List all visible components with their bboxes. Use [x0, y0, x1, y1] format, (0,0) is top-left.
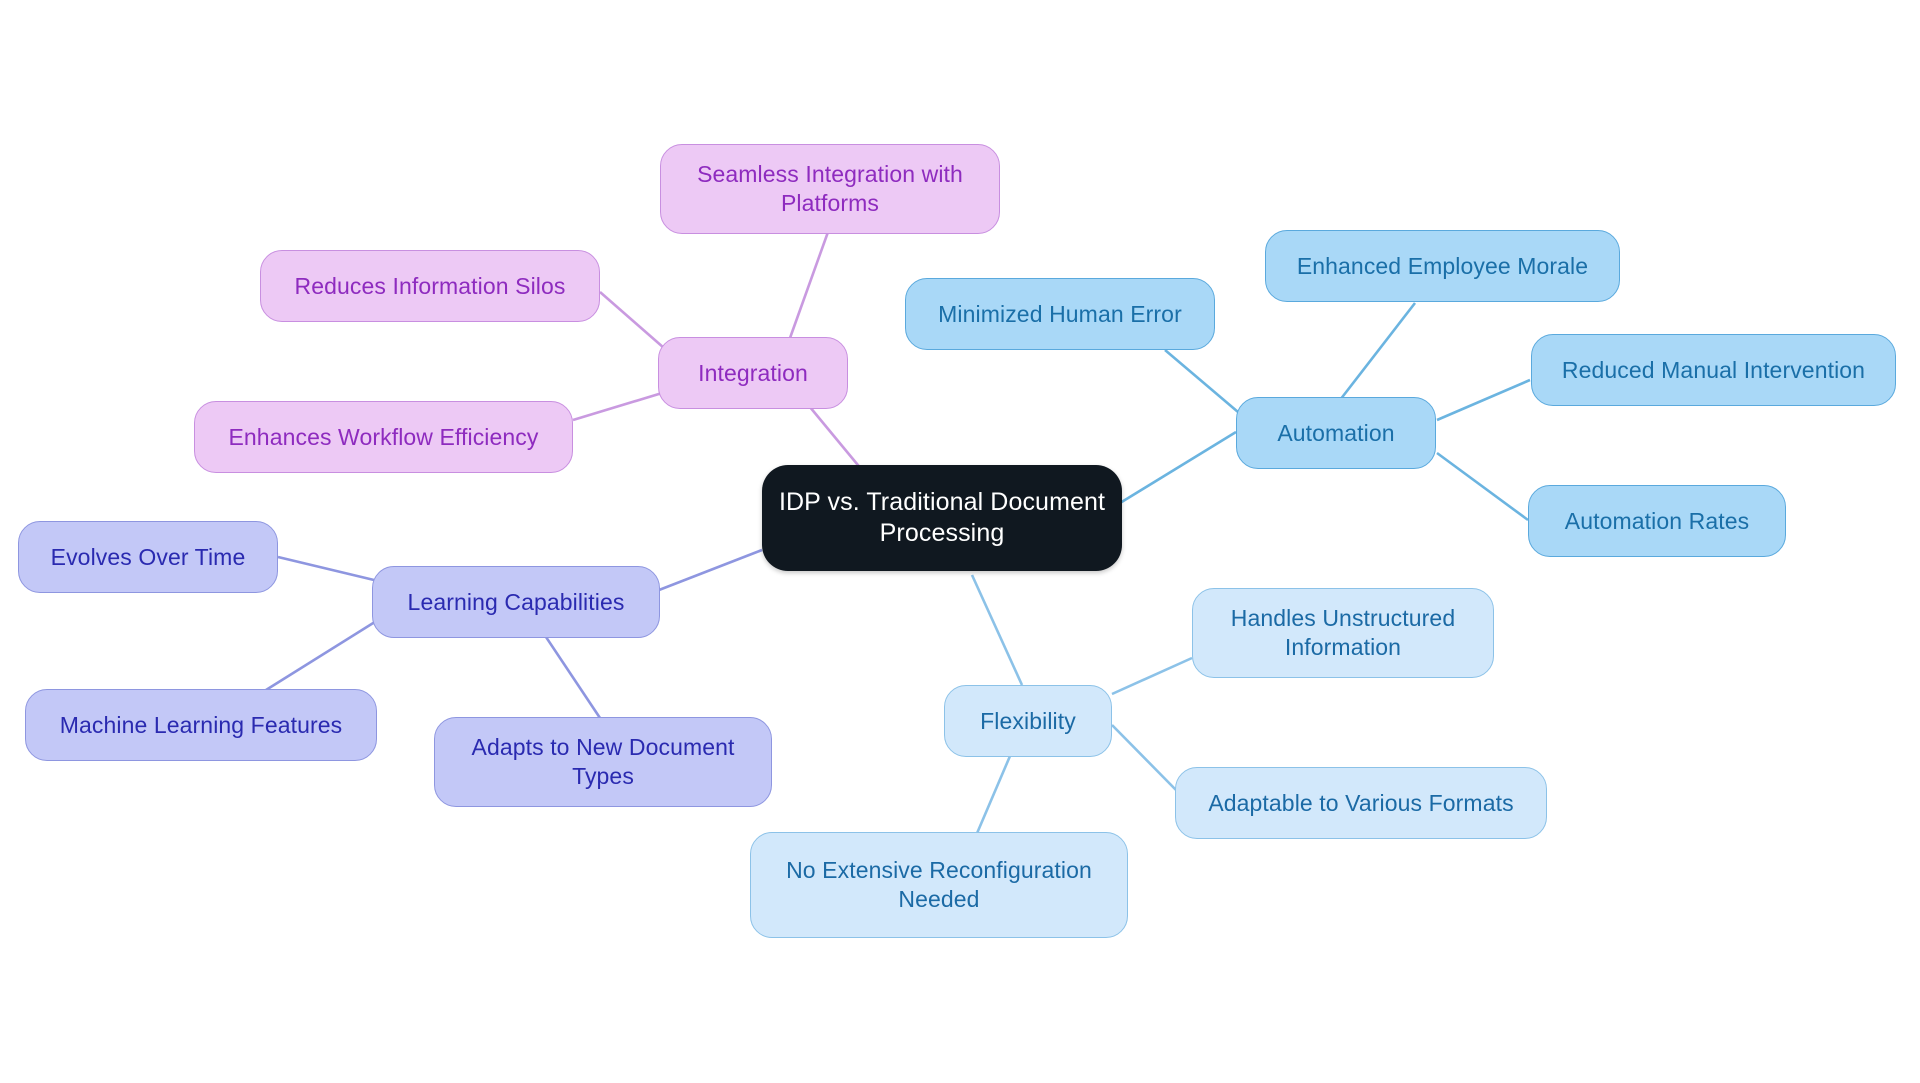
- edge-integration-enhances-workflow-efficiency: [572, 388, 673, 422]
- leaf-node-adapts-to-new-document-types[interactable]: Adapts to New Document Types: [434, 717, 772, 807]
- edge-root-learning: [658, 548, 763, 592]
- leaf-node-adaptable-to-various-formats[interactable]: Adaptable to Various Formats: [1175, 767, 1547, 839]
- leaf-node-minimized-human-error[interactable]: Minimized Human Error: [905, 278, 1215, 350]
- leaf-node-no-extensive-reconfiguration-needed[interactable]: No Extensive Reconfiguration Needed: [750, 832, 1128, 938]
- root-node[interactable]: IDP vs. Traditional Document Processing: [762, 465, 1122, 571]
- edge-automation-minimized-human-error: [1164, 349, 1239, 413]
- branch-node-flexibility[interactable]: Flexibility: [944, 685, 1112, 757]
- leaf-node-enhanced-employee-morale[interactable]: Enhanced Employee Morale: [1265, 230, 1620, 302]
- edge-automation-automation-rates: [1436, 451, 1529, 522]
- branch-node-integration[interactable]: Integration: [658, 337, 848, 409]
- leaf-node-evolves-over-time[interactable]: Evolves Over Time: [18, 521, 278, 593]
- edge-learning-adapts-to-new-document-types: [536, 624, 602, 719]
- edge-automation-reduced-manual-intervention: [1436, 378, 1531, 422]
- edge-flexibility-handles-unstructured-information: [1111, 656, 1193, 696]
- edge-learning-evolves-over-time: [277, 555, 375, 582]
- leaf-node-seamless-integration-with-platforms[interactable]: Seamless Integration with Platforms: [660, 144, 1000, 234]
- edge-learning-machine-learning-features: [265, 618, 379, 692]
- edge-automation-enhanced-employee-morale: [1338, 302, 1417, 401]
- edge-flexibility-adaptable-to-various-formats: [1111, 724, 1177, 791]
- leaf-node-machine-learning-features[interactable]: Machine Learning Features: [25, 689, 377, 761]
- branch-node-learning-capabilities[interactable]: Learning Capabilities: [372, 566, 660, 638]
- mindmap-canvas: IDP vs. Traditional Document Processing …: [0, 0, 1920, 1083]
- edge-integration-seamless-integration-with-platforms: [788, 231, 830, 339]
- leaf-node-enhances-workflow-efficiency[interactable]: Enhances Workflow Efficiency: [194, 401, 573, 473]
- leaf-node-handles-unstructured-information[interactable]: Handles Unstructured Information: [1192, 588, 1494, 678]
- edge-root-automation: [1119, 430, 1237, 505]
- leaf-node-reduced-manual-intervention[interactable]: Reduced Manual Intervention: [1531, 334, 1896, 406]
- leaf-node-automation-rates[interactable]: Automation Rates: [1528, 485, 1786, 557]
- leaf-node-reduces-information-silos[interactable]: Reduces Information Silos: [260, 250, 600, 322]
- edge-root-flexibility: [970, 574, 1024, 686]
- branch-node-automation[interactable]: Automation: [1236, 397, 1436, 469]
